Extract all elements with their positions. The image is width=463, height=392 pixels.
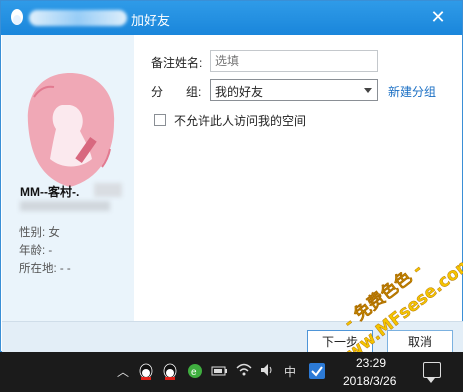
volume-icon[interactable] [259,362,275,378]
chevron-up-icon[interactable]: ︿ [116,363,130,381]
clock-time[interactable]: 23:29 [356,356,386,370]
nickname: MM--客村-. [20,185,80,199]
qq-penguin-icon [11,9,23,25]
remark-input[interactable] [210,50,378,72]
close-icon[interactable]: ✕ [428,7,448,27]
new-group-link[interactable]: 新建分组 [388,83,436,100]
group-label-2: 组: [186,85,202,99]
next-button[interactable]: 下一步 [307,330,373,354]
group-select[interactable]: 我的好友 [210,79,378,101]
group-label-1: 分 [151,85,164,99]
blurred-account [20,201,110,211]
avatar [27,73,115,187]
add-friend-dialog: 加好友 ✕ MM--客村-. 性别: 女 年龄: - 所在地: - - 备注姓名… [0,0,463,354]
clock-date[interactable]: 2018/3/26 [343,374,396,388]
blurred-nickname [94,183,122,197]
remark-label: 备注姓名: [151,56,203,70]
dialog-footer: 下一步 取消 [2,321,463,354]
age-info: 年龄: - [19,245,53,257]
qq-tray-icon[interactable] [138,363,154,381]
chevron-down-icon [364,88,372,93]
battery-icon[interactable] [211,364,229,378]
window-title: 加好友 [131,13,171,28]
privacy-checkbox[interactable] [154,114,166,126]
wifi-icon[interactable] [235,362,253,378]
profile-panel: MM--客村-. 性别: 女 年龄: - 所在地: - - [2,35,134,321]
location-info: 所在地: - - [19,263,71,275]
group-select-value: 我的好友 [215,85,264,99]
blurred-username [29,10,127,26]
svg-text:e: e [191,367,197,378]
gender-info: 性别: 女 [19,227,60,239]
taskbar: ︿ e 中 23:29 2018/3/26 [0,352,463,392]
green-app-icon[interactable]: e [187,363,203,379]
cancel-button[interactable]: 取消 [387,330,453,354]
qq-tray-icon-2[interactable] [162,363,178,381]
form-panel: 备注姓名: 分 组: 我的好友 新建分组 不允许此人访问我的空间 [134,35,462,321]
privacy-checkbox-label[interactable]: 不允许此人访问我的空间 [174,112,306,129]
notification-icon[interactable] [423,362,441,383]
ime-indicator[interactable]: 中 [282,363,298,381]
title-bar[interactable]: 加好友 ✕ [1,1,462,35]
app-tray-icon[interactable] [308,362,326,380]
